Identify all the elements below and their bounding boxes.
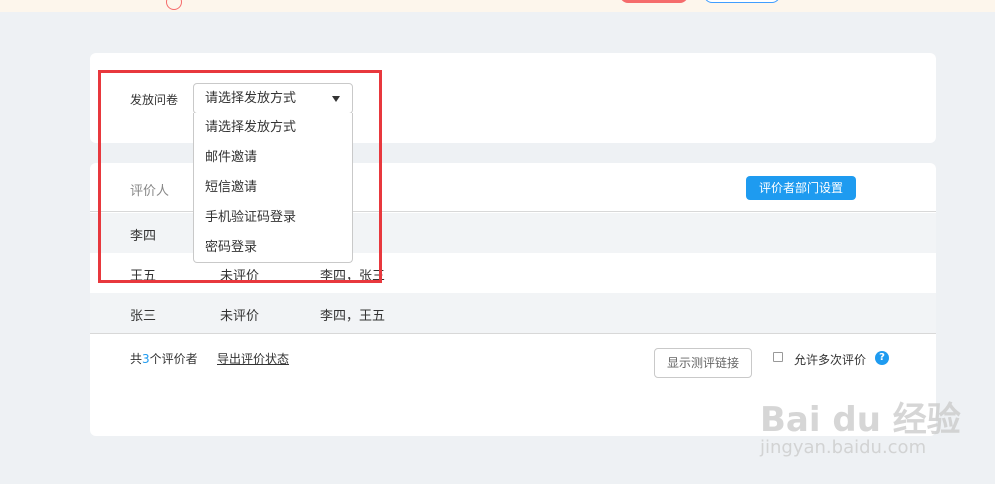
allow-multiple-label: 允许多次评价 [794,353,867,367]
warning-icon [166,0,182,10]
notification-bar [0,0,995,12]
help-icon[interactable]: ? [875,351,889,365]
evaluator-department-settings-button[interactable]: 评价者部门设置 [746,176,856,200]
cell-status: 未评价 [220,309,260,324]
export-status-link[interactable]: 导出评价状态 [217,350,289,367]
evaluator-count: 共3个评价者 [130,352,198,366]
allow-multiple-checkbox[interactable] [773,352,783,362]
notification-action-button[interactable] [620,0,688,3]
watermark-logo: Bai du 经验 [760,400,961,440]
table-row: 张三 未评价 李四，王五 [90,293,936,334]
cell-evaluator: 张三 [130,309,157,324]
annotation-highlight-box [98,70,382,283]
notification-secondary-button[interactable] [704,0,780,3]
show-survey-link-button[interactable]: 显示测评链接 [654,348,752,378]
watermark: Bai du 经验 jingyan.baidu.com [760,392,961,458]
evaluator-count-number: 3 [142,352,150,366]
cell-evaluatee: 李四，王五 [320,309,386,324]
